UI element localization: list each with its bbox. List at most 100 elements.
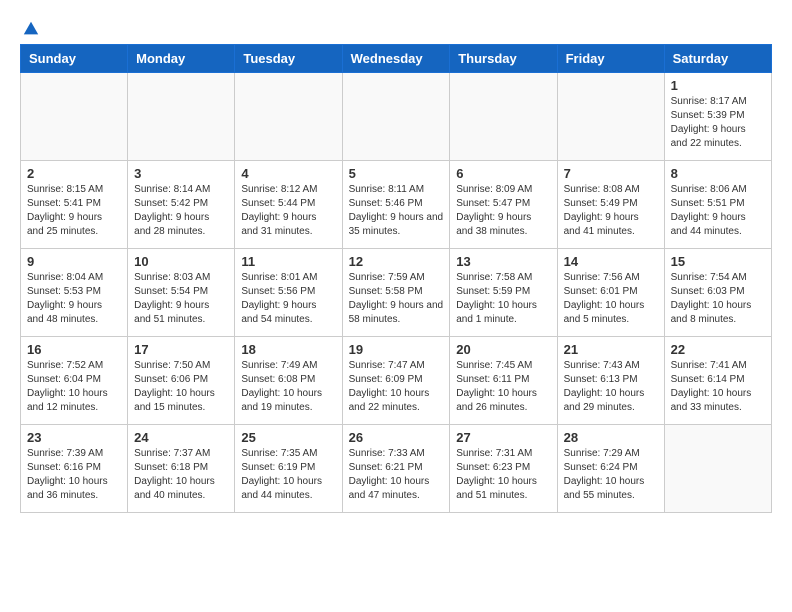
week-row-2: 2 Sunrise: 8:15 AM Sunset: 5:41 PM Daylig…	[21, 161, 772, 249]
day-cell: 22Sunrise: 7:41 AM Sunset: 6:14 PM Dayli…	[664, 337, 771, 425]
day-number: 8	[671, 166, 765, 181]
day-number: 25	[241, 430, 335, 445]
day-cell: 25 Sunrise: 7:35 AM Sunset: 6:19 PM Dayli…	[235, 425, 342, 513]
day-cell: 11 Sunrise: 8:01 AM Sunset: 5:56 PM Dayli…	[235, 249, 342, 337]
week-row-1: 1 Sunrise: 8:17 AM Sunset: 5:39 PM Daylig…	[21, 73, 772, 161]
day-number: 19	[349, 342, 444, 357]
day-cell	[128, 73, 235, 161]
day-cell: 24 Sunrise: 7:37 AM Sunset: 6:18 PM Dayli…	[128, 425, 235, 513]
logo	[20, 20, 40, 34]
day-cell: 12 Sunrise: 7:59 AM Sunset: 5:58 PM Dayli…	[342, 249, 450, 337]
day-info: Sunrise: 7:29 AM Sunset: 6:24 PM Dayligh…	[564, 447, 658, 503]
day-cell	[450, 73, 557, 161]
week-row-4: 16 Sunrise: 7:52 AM Sunset: 6:04 PM Dayli…	[21, 337, 772, 425]
day-number: 15	[671, 254, 765, 269]
day-number: 21	[564, 342, 658, 357]
day-number: 17	[134, 342, 228, 357]
day-cell	[235, 73, 342, 161]
day-number: 14	[564, 254, 658, 269]
day-cell	[21, 73, 128, 161]
day-info: Sunrise: 7:47 AM Sunset: 6:09 PM Dayligh…	[349, 359, 444, 415]
day-info: Sunrise: 7:49 AM Sunset: 6:08 PM Dayligh…	[241, 359, 335, 415]
day-info: Sunrise: 7:39 AM Sunset: 6:16 PM Dayligh…	[27, 447, 121, 503]
day-info: Sunrise: 7:45 AM Sunset: 6:11 PM Dayligh…	[456, 359, 550, 415]
day-cell: 28 Sunrise: 7:29 AM Sunset: 6:24 PM Dayli…	[557, 425, 664, 513]
day-number: 18	[241, 342, 335, 357]
day-number: 2	[27, 166, 121, 181]
day-number: 12	[349, 254, 444, 269]
header-thursday: Thursday	[450, 45, 557, 73]
day-number: 24	[134, 430, 228, 445]
day-cell: 9 Sunrise: 8:04 AM Sunset: 5:53 PM Daylig…	[21, 249, 128, 337]
day-cell	[557, 73, 664, 161]
header-monday: Monday	[128, 45, 235, 73]
day-info: Sunrise: 8:11 AM Sunset: 5:46 PM Dayligh…	[349, 183, 444, 239]
day-info: Sunrise: 8:03 AM Sunset: 5:54 PM Dayligh…	[134, 271, 228, 327]
day-cell	[664, 425, 771, 513]
day-info: Sunrise: 8:17 AM Sunset: 5:39 PM Dayligh…	[671, 95, 765, 151]
day-info: Sunrise: 7:41 AM Sunset: 6:14 PM Dayligh…	[671, 359, 765, 415]
day-info: Sunrise: 7:52 AM Sunset: 6:04 PM Dayligh…	[27, 359, 121, 415]
day-cell: 26 Sunrise: 7:33 AM Sunset: 6:21 PM Dayli…	[342, 425, 450, 513]
logo-icon	[22, 20, 40, 38]
day-number: 20	[456, 342, 550, 357]
day-info: Sunrise: 8:01 AM Sunset: 5:56 PM Dayligh…	[241, 271, 335, 327]
day-number: 28	[564, 430, 658, 445]
day-info: Sunrise: 7:59 AM Sunset: 5:58 PM Dayligh…	[349, 271, 444, 327]
day-cell: 20 Sunrise: 7:45 AM Sunset: 6:11 PM Dayli…	[450, 337, 557, 425]
day-info: Sunrise: 7:35 AM Sunset: 6:19 PM Dayligh…	[241, 447, 335, 503]
header-sunday: Sunday	[21, 45, 128, 73]
day-cell: 17Sunrise: 7:50 AM Sunset: 6:06 PM Dayli…	[128, 337, 235, 425]
day-number: 3	[134, 166, 228, 181]
day-info: Sunrise: 8:06 AM Sunset: 5:51 PM Dayligh…	[671, 183, 765, 239]
day-number: 16	[27, 342, 121, 357]
day-cell	[342, 73, 450, 161]
day-number: 1	[671, 78, 765, 93]
day-cell: 13 Sunrise: 7:58 AM Sunset: 5:59 PM Dayli…	[450, 249, 557, 337]
day-number: 9	[27, 254, 121, 269]
day-number: 5	[349, 166, 444, 181]
day-info: Sunrise: 8:14 AM Sunset: 5:42 PM Dayligh…	[134, 183, 228, 239]
day-info: Sunrise: 7:58 AM Sunset: 5:59 PM Dayligh…	[456, 271, 550, 327]
day-info: Sunrise: 8:15 AM Sunset: 5:41 PM Dayligh…	[27, 183, 121, 239]
day-cell: 2 Sunrise: 8:15 AM Sunset: 5:41 PM Daylig…	[21, 161, 128, 249]
calendar-header-row: SundayMondayTuesdayWednesdayThursdayFrid…	[21, 45, 772, 73]
calendar: SundayMondayTuesdayWednesdayThursdayFrid…	[20, 44, 772, 513]
day-info: Sunrise: 8:08 AM Sunset: 5:49 PM Dayligh…	[564, 183, 658, 239]
day-cell: 1 Sunrise: 8:17 AM Sunset: 5:39 PM Daylig…	[664, 73, 771, 161]
day-number: 13	[456, 254, 550, 269]
day-cell: 15 Sunrise: 7:54 AM Sunset: 6:03 PM Dayli…	[664, 249, 771, 337]
day-number: 7	[564, 166, 658, 181]
day-info: Sunrise: 7:54 AM Sunset: 6:03 PM Dayligh…	[671, 271, 765, 327]
day-number: 23	[27, 430, 121, 445]
day-cell: 27Sunrise: 7:31 AM Sunset: 6:23 PM Dayli…	[450, 425, 557, 513]
day-info: Sunrise: 7:56 AM Sunset: 6:01 PM Dayligh…	[564, 271, 658, 327]
day-number: 11	[241, 254, 335, 269]
day-cell: 7 Sunrise: 8:08 AM Sunset: 5:49 PM Daylig…	[557, 161, 664, 249]
day-info: Sunrise: 7:37 AM Sunset: 6:18 PM Dayligh…	[134, 447, 228, 503]
day-info: Sunrise: 7:43 AM Sunset: 6:13 PM Dayligh…	[564, 359, 658, 415]
day-number: 4	[241, 166, 335, 181]
week-row-5: 23 Sunrise: 7:39 AM Sunset: 6:16 PM Dayli…	[21, 425, 772, 513]
day-info: Sunrise: 8:12 AM Sunset: 5:44 PM Dayligh…	[241, 183, 335, 239]
day-info: Sunrise: 7:31 AM Sunset: 6:23 PM Dayligh…	[456, 447, 550, 503]
day-number: 6	[456, 166, 550, 181]
day-number: 26	[349, 430, 444, 445]
day-cell: 5 Sunrise: 8:11 AM Sunset: 5:46 PM Daylig…	[342, 161, 450, 249]
day-cell: 19 Sunrise: 7:47 AM Sunset: 6:09 PM Dayli…	[342, 337, 450, 425]
day-info: Sunrise: 8:09 AM Sunset: 5:47 PM Dayligh…	[456, 183, 550, 239]
day-number: 10	[134, 254, 228, 269]
day-cell: 16 Sunrise: 7:52 AM Sunset: 6:04 PM Dayli…	[21, 337, 128, 425]
header-friday: Friday	[557, 45, 664, 73]
day-info: Sunrise: 7:33 AM Sunset: 6:21 PM Dayligh…	[349, 447, 444, 503]
day-cell: 3 Sunrise: 8:14 AM Sunset: 5:42 PM Daylig…	[128, 161, 235, 249]
day-info: Sunrise: 8:04 AM Sunset: 5:53 PM Dayligh…	[27, 271, 121, 327]
day-cell: 8 Sunrise: 8:06 AM Sunset: 5:51 PM Daylig…	[664, 161, 771, 249]
header-wednesday: Wednesday	[342, 45, 450, 73]
header-saturday: Saturday	[664, 45, 771, 73]
day-cell: 21 Sunrise: 7:43 AM Sunset: 6:13 PM Dayli…	[557, 337, 664, 425]
day-cell: 23 Sunrise: 7:39 AM Sunset: 6:16 PM Dayli…	[21, 425, 128, 513]
day-cell: 4 Sunrise: 8:12 AM Sunset: 5:44 PM Daylig…	[235, 161, 342, 249]
day-cell: 6 Sunrise: 8:09 AM Sunset: 5:47 PM Daylig…	[450, 161, 557, 249]
week-row-3: 9 Sunrise: 8:04 AM Sunset: 5:53 PM Daylig…	[21, 249, 772, 337]
